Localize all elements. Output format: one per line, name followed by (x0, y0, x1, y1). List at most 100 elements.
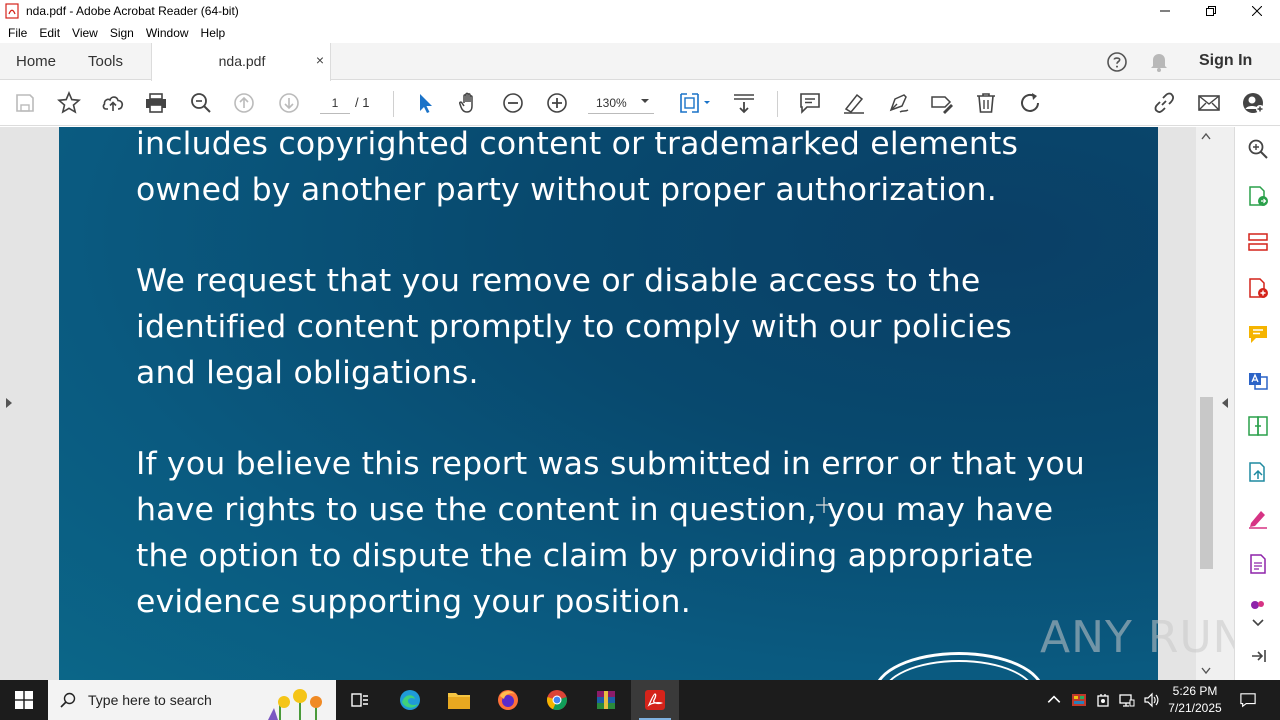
sign-in-button[interactable]: Sign In (1199, 52, 1252, 70)
edge-taskbar-button[interactable] (386, 680, 434, 720)
tray-device-icon[interactable] (1095, 692, 1111, 708)
zoom-in-button[interactable] (545, 91, 569, 115)
taskbar-search-box[interactable]: Type here to search (48, 680, 336, 720)
clock-date: 7/21/2025 (1168, 701, 1222, 715)
notification-center-icon[interactable] (1240, 692, 1256, 708)
previous-page-button[interactable] (232, 91, 256, 115)
menu-file[interactable]: File (2, 26, 33, 40)
right-tools-panel (1234, 127, 1280, 680)
volume-icon[interactable] (1143, 692, 1159, 708)
share-link-button[interactable] (1152, 91, 1176, 115)
star-icon (57, 91, 81, 114)
restore-button[interactable] (1188, 0, 1234, 22)
paragraph-2: We request that you remove or disable ac… (136, 258, 1012, 396)
expand-tools-button[interactable] (1246, 610, 1270, 634)
search-icon (60, 692, 76, 708)
page-total-label: / 1 (355, 95, 370, 110)
compress-icon (1248, 416, 1268, 436)
page-fit-button[interactable] (677, 91, 713, 115)
clock-time: 5:26 PM (1172, 684, 1218, 698)
create-pdf-icon (1249, 278, 1268, 298)
firefox-taskbar-button[interactable] (484, 680, 532, 720)
export-pdf-button[interactable] (1246, 184, 1270, 208)
file-explorer-taskbar-button[interactable] (435, 680, 483, 720)
menu-window[interactable]: Window (140, 26, 195, 40)
text-line: If you believe this report was submitted… (136, 446, 1085, 482)
rotate-icon (1021, 93, 1039, 112)
crosshair-cursor-icon (816, 497, 832, 513)
tray-app-icon[interactable] (1071, 692, 1087, 708)
text-line: owned by another party without proper au… (136, 172, 997, 208)
comment-tool-button[interactable] (1246, 322, 1270, 346)
chevron-down-icon (641, 99, 649, 103)
bookmark-button[interactable] (57, 91, 81, 115)
organize-pages-button[interactable] (1246, 230, 1270, 254)
windows-logo-icon (15, 691, 33, 709)
edge-browser-icon (400, 690, 420, 710)
save-button[interactable] (13, 91, 37, 115)
paragraph-1: includes copyrighted content or trademar… (136, 127, 1018, 213)
acrobat-app-icon (5, 3, 19, 19)
scrollbar-thumb[interactable] (1200, 397, 1213, 569)
send-review-icon (1249, 462, 1265, 482)
menu-view[interactable]: View (66, 26, 104, 40)
find-button[interactable] (189, 91, 213, 115)
email-button[interactable] (1197, 91, 1221, 115)
notification-bell-icon[interactable] (1149, 51, 1169, 73)
select-tool-button[interactable] (413, 91, 437, 115)
upload-button[interactable] (101, 91, 125, 115)
search-tool-button[interactable] (1246, 137, 1270, 161)
protect-pdf-button[interactable] (1246, 552, 1270, 576)
fit-page-icon (680, 93, 710, 113)
network-icon[interactable] (1119, 692, 1135, 708)
zoom-dropdown[interactable]: 130% (588, 92, 654, 114)
task-view-button[interactable] (336, 680, 384, 720)
acrobat-taskbar-button[interactable] (631, 680, 679, 720)
highlight-button[interactable] (842, 91, 866, 115)
close-window-button[interactable] (1234, 0, 1280, 22)
next-page-button[interactable] (277, 91, 301, 115)
document-viewer[interactable]: includes copyrighted content or trademar… (0, 127, 1234, 680)
page-number-input[interactable] (320, 92, 350, 114)
create-pdf-button[interactable] (1246, 276, 1270, 300)
search-icon (1248, 139, 1268, 159)
add-user-button[interactable] (1241, 91, 1265, 115)
menu-bar: File Edit View Sign Window Help (0, 22, 1280, 43)
chevron-up-icon[interactable] (1046, 692, 1062, 708)
help-icon[interactable] (1106, 51, 1128, 73)
right-panel-toggle[interactable] (1216, 127, 1234, 680)
hand-tool-button[interactable] (457, 91, 481, 115)
scroll-mode-button[interactable] (732, 91, 756, 115)
draw-button[interactable] (886, 91, 910, 115)
minus-circle-icon (503, 93, 523, 113)
menu-edit[interactable]: Edit (33, 26, 66, 40)
zoom-out-button[interactable] (501, 91, 525, 115)
minimize-button[interactable] (1142, 0, 1188, 22)
tab-document[interactable]: nda.pdf × (151, 43, 331, 81)
left-panel-toggle[interactable] (0, 127, 18, 680)
menu-help[interactable]: Help (195, 26, 232, 40)
chrome-taskbar-button[interactable] (533, 680, 581, 720)
start-button[interactable] (0, 680, 48, 720)
tab-home[interactable]: Home (16, 43, 56, 80)
mail-icon (1198, 95, 1220, 111)
scroll-up-icon[interactable] (1201, 132, 1211, 140)
translate-tool-button[interactable] (1246, 368, 1270, 392)
system-clock[interactable]: 5:26 PM 7/21/2025 (1160, 683, 1230, 717)
print-button[interactable] (144, 91, 168, 115)
delete-button[interactable] (974, 91, 998, 115)
text-line: have rights to use the content in questi… (136, 492, 1054, 528)
winrar-taskbar-button[interactable] (582, 680, 630, 720)
stamp-button[interactable] (930, 91, 954, 115)
rotate-button[interactable] (1018, 91, 1042, 115)
menu-sign[interactable]: Sign (104, 26, 140, 40)
send-for-review-button[interactable] (1246, 460, 1270, 484)
chrome-icon (547, 690, 567, 711)
tab-tools[interactable]: Tools (88, 43, 123, 80)
comment-button[interactable] (798, 91, 822, 115)
compress-tool-button[interactable] (1246, 414, 1270, 438)
fill-sign-button[interactable] (1246, 506, 1270, 530)
scroll-down-icon[interactable] (1201, 667, 1211, 675)
collapse-panel-button[interactable] (1246, 644, 1270, 668)
close-tab-button[interactable]: × (316, 52, 324, 68)
